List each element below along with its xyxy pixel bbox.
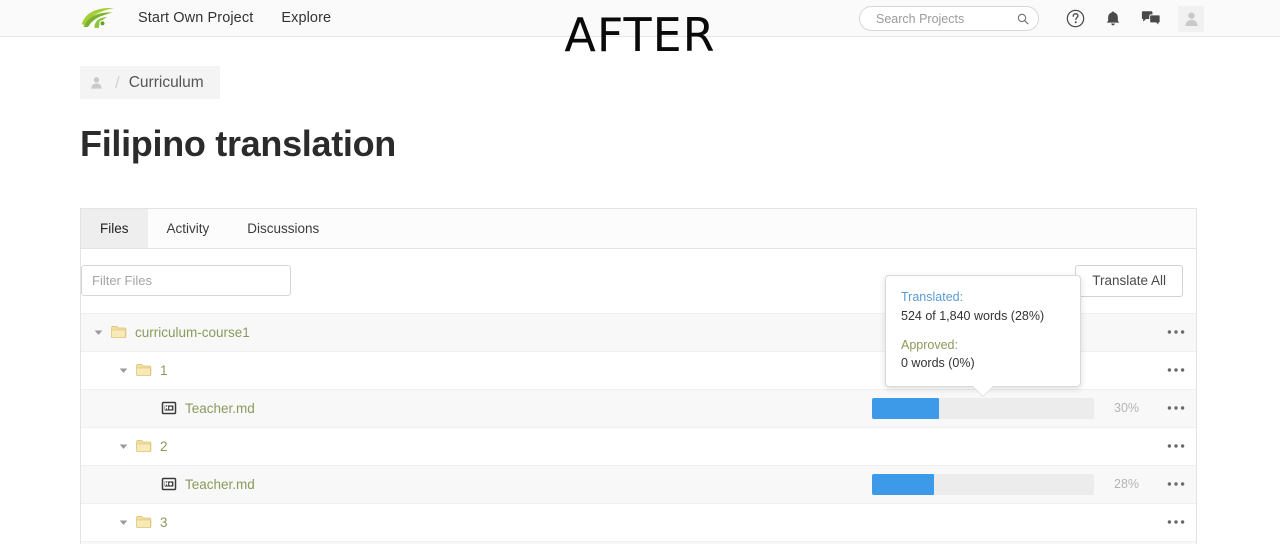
breadcrumb-separator: / — [115, 72, 120, 92]
help-icon[interactable] — [1056, 0, 1094, 37]
caret-down-icon[interactable] — [118, 517, 129, 528]
tree-file-row[interactable]: Teacher.md18% — [81, 540, 1196, 544]
more-options-icon[interactable] — [1156, 519, 1196, 525]
primary-nav-links: Start Own Project Explore — [138, 10, 331, 26]
caret-down-icon[interactable] — [118, 441, 129, 452]
more-options-icon[interactable] — [1156, 367, 1196, 373]
tab-activity[interactable]: Activity — [148, 209, 229, 248]
tree-row-label-group: 1 — [81, 362, 872, 378]
breadcrumb-item-curriculum[interactable]: Curriculum — [129, 74, 204, 92]
tree-file-name[interactable]: Teacher.md — [185, 477, 255, 492]
nav-right-group — [859, 0, 1204, 37]
tree-folder-row[interactable]: 3 — [81, 502, 1196, 541]
tooltip-approved-label: Approved: — [901, 337, 958, 352]
folder-icon — [136, 362, 152, 378]
filter-files-input[interactable] — [81, 265, 291, 297]
caret-down-icon[interactable] — [93, 327, 104, 338]
tree-row-label-group: Teacher.md — [81, 400, 872, 416]
progress-bar-track[interactable] — [872, 473, 1094, 495]
progress-percent-label: 30% — [1114, 401, 1140, 416]
nav-link-start-own-project[interactable]: Start Own Project — [138, 10, 253, 26]
more-options-icon[interactable] — [1156, 405, 1196, 411]
tree-row-label-group: 3 — [81, 514, 872, 530]
folder-icon — [136, 514, 152, 530]
tree-folder-name[interactable]: curriculum-course1 — [135, 325, 250, 340]
caret-down-icon[interactable] — [118, 365, 129, 376]
brand-logo-icon[interactable] — [80, 5, 116, 31]
user-icon[interactable] — [80, 66, 113, 99]
tab-discussions[interactable]: Discussions — [228, 209, 338, 248]
translation-stats-tooltip: Translated: 524 of 1,840 words (28%) App… — [885, 275, 1081, 397]
caret-spacer — [143, 403, 154, 414]
translation-progress-area — [872, 473, 1094, 495]
more-options-icon[interactable] — [1156, 481, 1196, 487]
tree-folder-row[interactable]: 2 — [81, 426, 1196, 465]
more-options-icon[interactable] — [1156, 443, 1196, 449]
search-input[interactable] — [874, 10, 1017, 27]
tab-files[interactable]: Files — [81, 208, 148, 248]
progress-bar-fill — [872, 473, 935, 495]
search-box[interactable] — [859, 6, 1039, 31]
folder-icon — [111, 324, 127, 340]
tree-folder-name[interactable]: 2 — [160, 439, 168, 454]
folder-icon — [136, 438, 152, 454]
markdown-file-icon — [161, 476, 177, 492]
top-navigation-bar: Start Own Project Explore — [0, 0, 1280, 37]
more-options-icon[interactable] — [1156, 329, 1196, 335]
markdown-file-icon — [161, 400, 177, 416]
tree-folder-name[interactable]: 3 — [160, 515, 168, 530]
tree-row-label-group: curriculum-course1 — [81, 324, 872, 340]
progress-bar-fill — [872, 397, 939, 419]
tree-file-row[interactable]: Teacher.md 30% — [81, 388, 1196, 427]
avatar[interactable] — [1178, 5, 1204, 32]
tooltip-translated-label: Translated: — [901, 290, 964, 304]
bell-icon[interactable] — [1094, 0, 1132, 37]
tree-file-row[interactable]: Teacher.md 28% — [81, 464, 1196, 503]
page-title: Filipino translation — [80, 123, 396, 164]
caret-spacer — [143, 479, 154, 490]
page-body: / Curriculum Filipino translation Files … — [0, 37, 1280, 544]
tree-row-label-group: Teacher.md — [81, 476, 872, 492]
panel-tabbar: Files Activity Discussions — [81, 208, 1196, 249]
search-icon[interactable] — [1017, 12, 1029, 26]
tree-file-name[interactable]: Teacher.md — [185, 401, 255, 416]
breadcrumb: / Curriculum — [80, 66, 220, 99]
tooltip-approved-value: 0 words (0%) — [901, 356, 975, 371]
progress-percent-label: 28% — [1114, 477, 1140, 492]
chat-icon[interactable] — [1132, 0, 1170, 37]
tree-folder-name[interactable]: 1 — [160, 363, 168, 378]
translate-all-button[interactable]: Translate All — [1075, 264, 1183, 297]
tooltip-translated-value: 524 of 1,840 words (28%) — [901, 308, 1045, 323]
nav-link-explore[interactable]: Explore — [281, 10, 331, 26]
tree-row-label-group: 2 — [81, 438, 872, 454]
